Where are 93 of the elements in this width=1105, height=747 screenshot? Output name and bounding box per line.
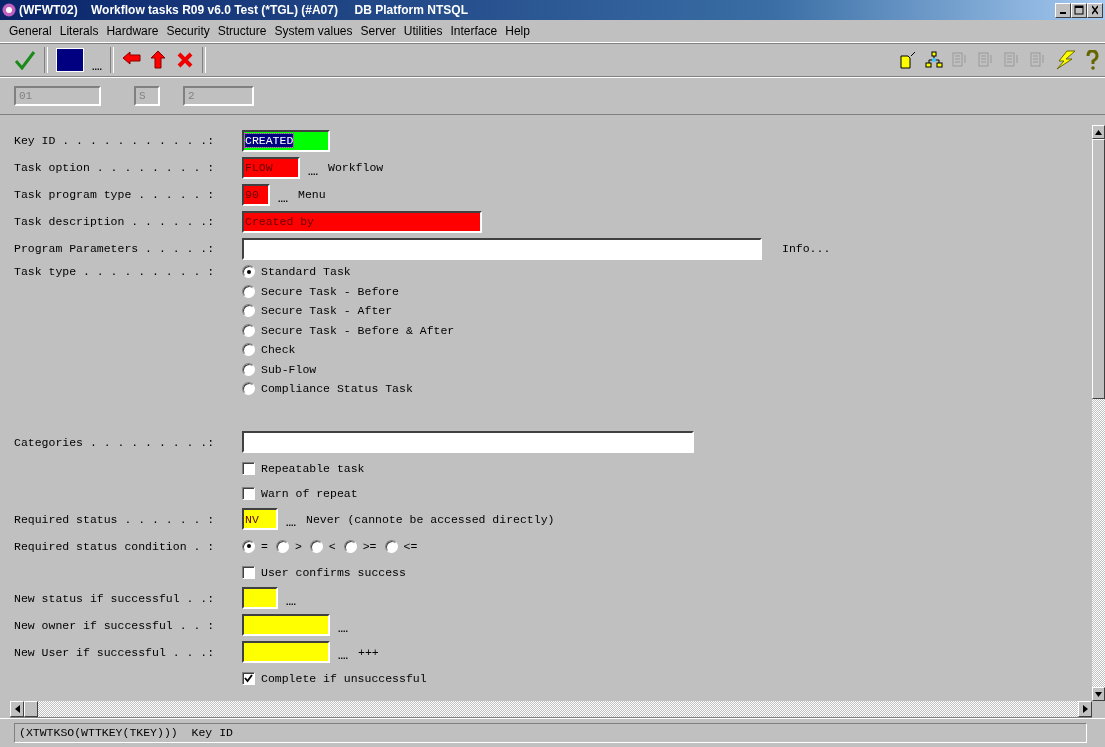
checkbox-label: User confirms success xyxy=(261,565,406,579)
input-field[interactable] xyxy=(242,431,694,453)
lookup-button[interactable]: .... xyxy=(338,651,348,661)
input-field[interactable]: NV xyxy=(242,508,278,530)
radio-button[interactable] xyxy=(242,362,255,376)
field-label: New status if successful . .: xyxy=(14,591,216,605)
lookup-button[interactable]: .... xyxy=(286,597,296,607)
field-description: Menu xyxy=(298,188,326,201)
radio-label: Standard Task xyxy=(261,265,351,279)
radio-label: Secure Task - Before xyxy=(261,284,400,298)
lookup-button[interactable]: .... xyxy=(278,193,288,204)
field-label: Task description . . . . . .: xyxy=(14,215,216,228)
menu-item[interactable]: Literals xyxy=(56,24,102,38)
menu-item[interactable]: Hardware xyxy=(103,24,162,38)
window-title: (WFWT02) Workflow tasks R09 v6.0 Test (*TGL) (#A07) DB Platform NTSQL xyxy=(19,3,469,17)
field-description: +++ xyxy=(358,645,379,659)
menu-item[interactable]: Structure xyxy=(214,24,270,38)
checkbox[interactable] xyxy=(242,565,255,579)
minimize-button[interactable] xyxy=(1055,2,1071,18)
radio-label: Secure Task - After xyxy=(261,304,393,318)
radio-button[interactable] xyxy=(242,539,255,553)
radio-button[interactable] xyxy=(242,265,255,279)
scroll-down-icon xyxy=(1095,691,1102,697)
menu-item[interactable]: Utilities xyxy=(400,24,446,38)
radio-button[interactable] xyxy=(309,539,323,553)
radio-label: Sub-Flow xyxy=(261,362,317,376)
lookup-button[interactable]: .... xyxy=(338,624,348,634)
menu-item[interactable]: Security xyxy=(163,24,213,38)
radio-label: = xyxy=(261,539,268,553)
field-label: Task type . . . . . . . . . : xyxy=(14,265,216,278)
vertical-scrollbar[interactable] xyxy=(1092,125,1105,701)
minimize-icon xyxy=(1060,12,1066,14)
input-field[interactable]: CREATED xyxy=(242,129,330,152)
field-label: Required status condition . : xyxy=(14,539,216,553)
checkbox[interactable] xyxy=(242,461,255,475)
maximize-button[interactable] xyxy=(1071,2,1087,18)
scroll-left-icon xyxy=(14,705,20,713)
field-label: New owner if successful . . : xyxy=(14,618,216,632)
field-label: Required status . . . . . . : xyxy=(14,512,216,526)
radio-label: Check xyxy=(261,343,296,357)
radio-button[interactable] xyxy=(242,343,255,357)
close-icon xyxy=(1092,5,1098,15)
radio-label: < xyxy=(328,539,336,553)
radio-label: Compliance Status Task xyxy=(261,382,413,396)
input-field[interactable] xyxy=(242,641,330,663)
info-link[interactable]: Info... xyxy=(782,242,831,255)
field-description: Never (cannote be accessed directly) xyxy=(306,512,555,526)
status-text: (XTWTKSO(WTTKEY(TKEY))) Key ID xyxy=(14,723,1087,743)
input-field[interactable] xyxy=(242,587,278,609)
new-document-icon[interactable] xyxy=(899,51,917,69)
radio-button[interactable] xyxy=(384,539,398,553)
radio-label: <= xyxy=(403,539,418,553)
field-label: New User if successful . . .: xyxy=(14,645,216,659)
menu-item[interactable]: Interface xyxy=(447,24,501,38)
lookup-button[interactable]: .... xyxy=(286,518,296,528)
menu-item[interactable]: Server xyxy=(357,24,399,38)
field-label: Task option . . . . . . . . : xyxy=(14,161,216,174)
hierarchy-icon[interactable] xyxy=(925,51,943,69)
field-label: Key ID . . . . . . . . . . .: xyxy=(14,134,216,147)
input-field[interactable] xyxy=(242,237,762,260)
scroll-up-icon xyxy=(1095,129,1102,135)
radio-button[interactable] xyxy=(275,539,289,553)
checkbox[interactable] xyxy=(242,671,255,685)
checkbox-label: Complete if unsuccessful xyxy=(261,671,427,685)
lightning-icon[interactable] xyxy=(1055,50,1077,70)
radio-button[interactable] xyxy=(242,382,255,396)
radio-label: Secure Task - Before & After xyxy=(261,323,455,337)
arrow-up-icon[interactable] xyxy=(150,50,168,70)
horizontal-scrollbar[interactable] xyxy=(10,701,1092,718)
radio-label: > xyxy=(294,539,302,553)
checkbox[interactable] xyxy=(242,486,255,500)
checkmark-icon[interactable] xyxy=(14,50,36,70)
field-label: Task program type . . . . . : xyxy=(14,188,216,201)
field-label: Categories . . . . . . . . .: xyxy=(14,435,216,449)
menu-item[interactable]: General xyxy=(6,24,55,38)
menu-item[interactable]: System values xyxy=(271,24,356,38)
checkbox-label: Warn of repeat xyxy=(261,486,358,500)
app-logo-icon xyxy=(2,3,16,17)
lookup-button[interactable]: .... xyxy=(92,62,102,72)
checkbox-label: Repeatable task xyxy=(261,461,365,475)
menu-item[interactable]: Help xyxy=(502,24,533,38)
lookup-button[interactable]: .... xyxy=(308,166,318,177)
radio-label: >= xyxy=(362,539,377,553)
radio-button[interactable] xyxy=(242,304,255,318)
field-label: Program Parameters . . . . .: xyxy=(14,242,216,255)
help-icon[interactable] xyxy=(1085,50,1099,70)
scroll-right-icon xyxy=(1082,705,1088,713)
maximize-icon xyxy=(1074,5,1084,15)
color-swatch[interactable] xyxy=(56,48,84,72)
field-description: Workflow xyxy=(328,161,384,174)
close-button[interactable] xyxy=(1087,2,1103,18)
close-icon[interactable] xyxy=(176,51,194,69)
input-field[interactable] xyxy=(242,614,330,636)
